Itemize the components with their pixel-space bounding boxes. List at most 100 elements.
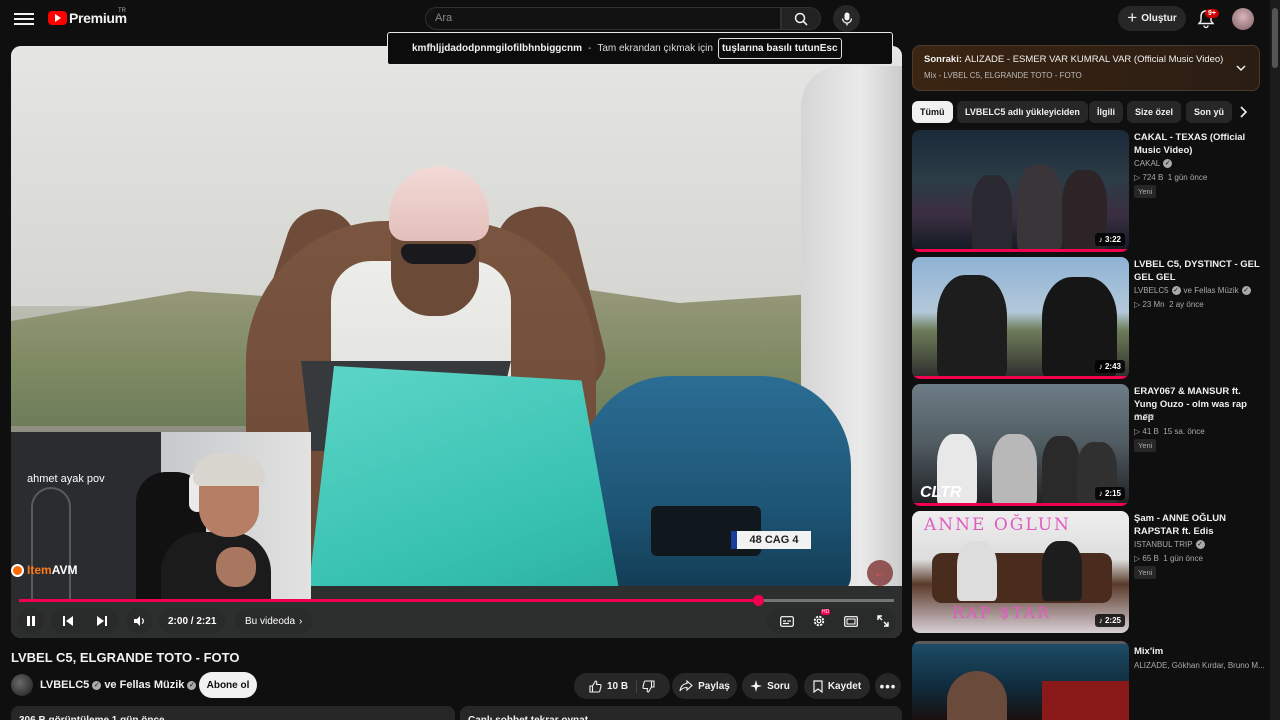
scrollbar-thumb[interactable] bbox=[1272, 8, 1278, 68]
dislike-button[interactable] bbox=[642, 679, 655, 693]
back-arrow-icon[interactable]: ← bbox=[867, 560, 893, 586]
recommendation-item[interactable]: ANNE OĞLUN RAP $TAR ♪ 2:25 Şam - ANNE OĞ… bbox=[912, 511, 1262, 633]
toast-separator: - bbox=[587, 43, 592, 54]
up-next-panel[interactable]: Sonraki: ALIZADE - ESMER VAR KUMRAL VAR … bbox=[912, 45, 1260, 91]
video-frame-sunglasses bbox=[401, 244, 476, 264]
ask-button[interactable]: Soru bbox=[742, 673, 798, 699]
thumbnail-figure bbox=[1042, 436, 1080, 506]
recommendation-channel[interactable]: ALIZADE, Gökhan Kırdar, Bruno M... bbox=[1134, 661, 1265, 670]
recommendation-title[interactable]: Şam - ANNE OĞLUN RAPSTAR ft. Edis bbox=[1134, 512, 1262, 538]
thumbnail-car-seat bbox=[1042, 681, 1129, 720]
recommendation-item[interactable]: CLTR ♪ 2:15 ERAY067 & MANSUR ft. Yung Ou… bbox=[912, 384, 1262, 506]
voice-search-button[interactable] bbox=[833, 5, 860, 32]
player-controls: 2:00 / 2:21 Bu videoda › HD bbox=[18, 608, 896, 634]
more-actions-button[interactable]: ••• bbox=[875, 673, 901, 699]
recommendation-title[interactable]: LVBEL C5, DYSTINCT - GEL GEL GEL bbox=[1134, 258, 1262, 284]
create-button[interactable]: + Oluştur bbox=[1118, 6, 1186, 31]
channel-name[interactable]: LVBELC5 bbox=[40, 679, 89, 691]
recommendation-channel[interactable]: ISTANBUL TRIP ✓ bbox=[1134, 540, 1205, 549]
theater-mode-icon bbox=[844, 615, 858, 627]
save-button[interactable]: Kaydet bbox=[804, 673, 870, 699]
next-button[interactable] bbox=[85, 615, 119, 627]
volume-icon bbox=[133, 616, 144, 626]
microphone-icon bbox=[841, 12, 852, 25]
chip-from-uploader[interactable]: LVBELC5 adlı yükleyiciden bbox=[957, 101, 1088, 123]
recommendation-channel[interactable]: CAKAL ✓ bbox=[1134, 159, 1173, 168]
recommendation-title[interactable]: CAKAL - TEXAS (Official Music Video) bbox=[1134, 131, 1262, 157]
share-button[interactable]: Paylaş bbox=[672, 673, 737, 699]
thumbnail-text-top: ANNE OĞLUN bbox=[924, 515, 1071, 535]
theater-mode-button[interactable] bbox=[838, 608, 864, 634]
video-thumbnail[interactable] bbox=[912, 641, 1129, 720]
chip-for-you[interactable]: Size özel bbox=[1127, 101, 1182, 123]
search-button[interactable] bbox=[781, 7, 821, 30]
webcam-hand bbox=[216, 547, 256, 587]
recommendation-channel[interactable]: LVBELC5 ✓ ve Fellas Müzik ✓ bbox=[1134, 286, 1251, 295]
progress-bar[interactable] bbox=[19, 595, 894, 606]
toast-message: Tam ekrandan çıkmak için bbox=[597, 43, 713, 54]
webcam-mirror bbox=[31, 487, 71, 602]
exit-fullscreen-button[interactable] bbox=[870, 608, 896, 634]
volume-button[interactable] bbox=[126, 608, 152, 634]
like-button[interactable]: 10 B bbox=[589, 679, 638, 693]
verified-icon: ✓ bbox=[1171, 286, 1181, 295]
video-duration: ♪ 2:15 bbox=[1094, 487, 1125, 500]
chevron-right-icon: › bbox=[299, 615, 303, 627]
time-total: 2:21 bbox=[196, 615, 217, 627]
channel-names[interactable]: LVBELC5 ✓ ve Fellas Müzik ✓ bbox=[40, 679, 197, 691]
hd-badge: HD bbox=[821, 609, 831, 615]
chapter-button[interactable]: Bu videoda › bbox=[235, 608, 313, 634]
recommendation-meta: ▷ 41 B 15 sa. önce bbox=[1134, 427, 1205, 436]
recommendation-meta: ▷ 724 B 1 gün önce bbox=[1134, 173, 1208, 182]
description-box[interactable]: 306 B görüntüleme 1 gün önce bbox=[11, 706, 455, 720]
verified-icon: ✓ bbox=[1241, 286, 1251, 295]
thumbs-down-icon bbox=[642, 679, 655, 693]
like-dislike-group: 10 B bbox=[574, 673, 670, 699]
skip-previous-icon bbox=[63, 616, 73, 626]
recommendation-item[interactable]: Mix'im ALIZADE, Gökhan Kırdar, Bruno M..… bbox=[912, 641, 1265, 720]
watched-progress bbox=[912, 503, 1129, 506]
thumbnail-figure bbox=[1042, 541, 1082, 601]
sponsor-prefix: Item bbox=[27, 563, 52, 577]
watched-progress bbox=[912, 376, 1129, 379]
recommendation-channel[interactable]: CLTR bbox=[1134, 413, 1154, 422]
youtube-premium-logo[interactable]: Premium TR bbox=[48, 8, 127, 26]
video-player[interactable]: 48 CAG 4 ahmet ayak pov ItemAVM ← 2:00 /… bbox=[11, 46, 902, 638]
video-thumbnail[interactable]: ♪ 3:22 bbox=[912, 130, 1129, 252]
subscribe-button[interactable]: Abone ol bbox=[199, 672, 257, 698]
gear-icon bbox=[813, 615, 825, 627]
video-duration: ♪ 2:25 bbox=[1094, 614, 1125, 627]
pause-icon bbox=[27, 616, 35, 626]
new-badge: Yeni bbox=[1134, 185, 1157, 198]
video-frame-license-plate: 48 CAG 4 bbox=[731, 531, 811, 549]
channel-avatar[interactable] bbox=[11, 674, 33, 696]
search-input[interactable]: Ara bbox=[425, 7, 781, 30]
sponsor-suffix: AVM bbox=[51, 563, 78, 577]
video-thumbnail[interactable]: CLTR ♪ 2:15 bbox=[912, 384, 1129, 506]
chevron-down-icon[interactable] bbox=[1235, 62, 1247, 74]
menu-icon[interactable] bbox=[14, 10, 34, 28]
collab-label[interactable]: ve Fellas Müzik bbox=[104, 679, 184, 691]
account-avatar[interactable] bbox=[1232, 8, 1254, 30]
pause-button[interactable] bbox=[18, 608, 44, 634]
page-scrollbar[interactable] bbox=[1270, 0, 1280, 720]
skip-next-icon bbox=[97, 616, 107, 626]
recommendation-item[interactable]: ♪ 3:22 CAKAL - TEXAS (Official Music Vid… bbox=[912, 130, 1262, 252]
chip-all[interactable]: Tümü bbox=[912, 101, 953, 123]
previous-button[interactable] bbox=[51, 615, 85, 627]
video-thumbnail[interactable]: ♪ 2:43 bbox=[912, 257, 1129, 379]
recommendation-item[interactable]: ♪ 2:43 LVBEL C5, DYSTINCT - GEL GEL GEL … bbox=[912, 257, 1262, 379]
video-thumbnail[interactable]: ANNE OĞLUN RAP $TAR ♪ 2:25 bbox=[912, 511, 1129, 633]
chip-related[interactable]: İlgili bbox=[1089, 101, 1123, 123]
recommendation-title[interactable]: Mix'im bbox=[1134, 645, 1262, 658]
progress-played bbox=[19, 599, 759, 602]
thumbnail-logo-text: CLTR bbox=[920, 484, 962, 501]
up-next-label: Sonraki: bbox=[924, 54, 963, 65]
share-icon bbox=[679, 680, 693, 692]
settings-button[interactable]: HD bbox=[806, 608, 832, 634]
chip-recent[interactable]: Son yü bbox=[1186, 101, 1233, 123]
save-label: Kaydet bbox=[827, 680, 862, 692]
chevron-right-icon[interactable] bbox=[1236, 104, 1252, 120]
live-chat-replay[interactable]: Canlı sohbet tekrar oynat bbox=[460, 706, 902, 720]
subtitles-button[interactable] bbox=[774, 608, 800, 634]
